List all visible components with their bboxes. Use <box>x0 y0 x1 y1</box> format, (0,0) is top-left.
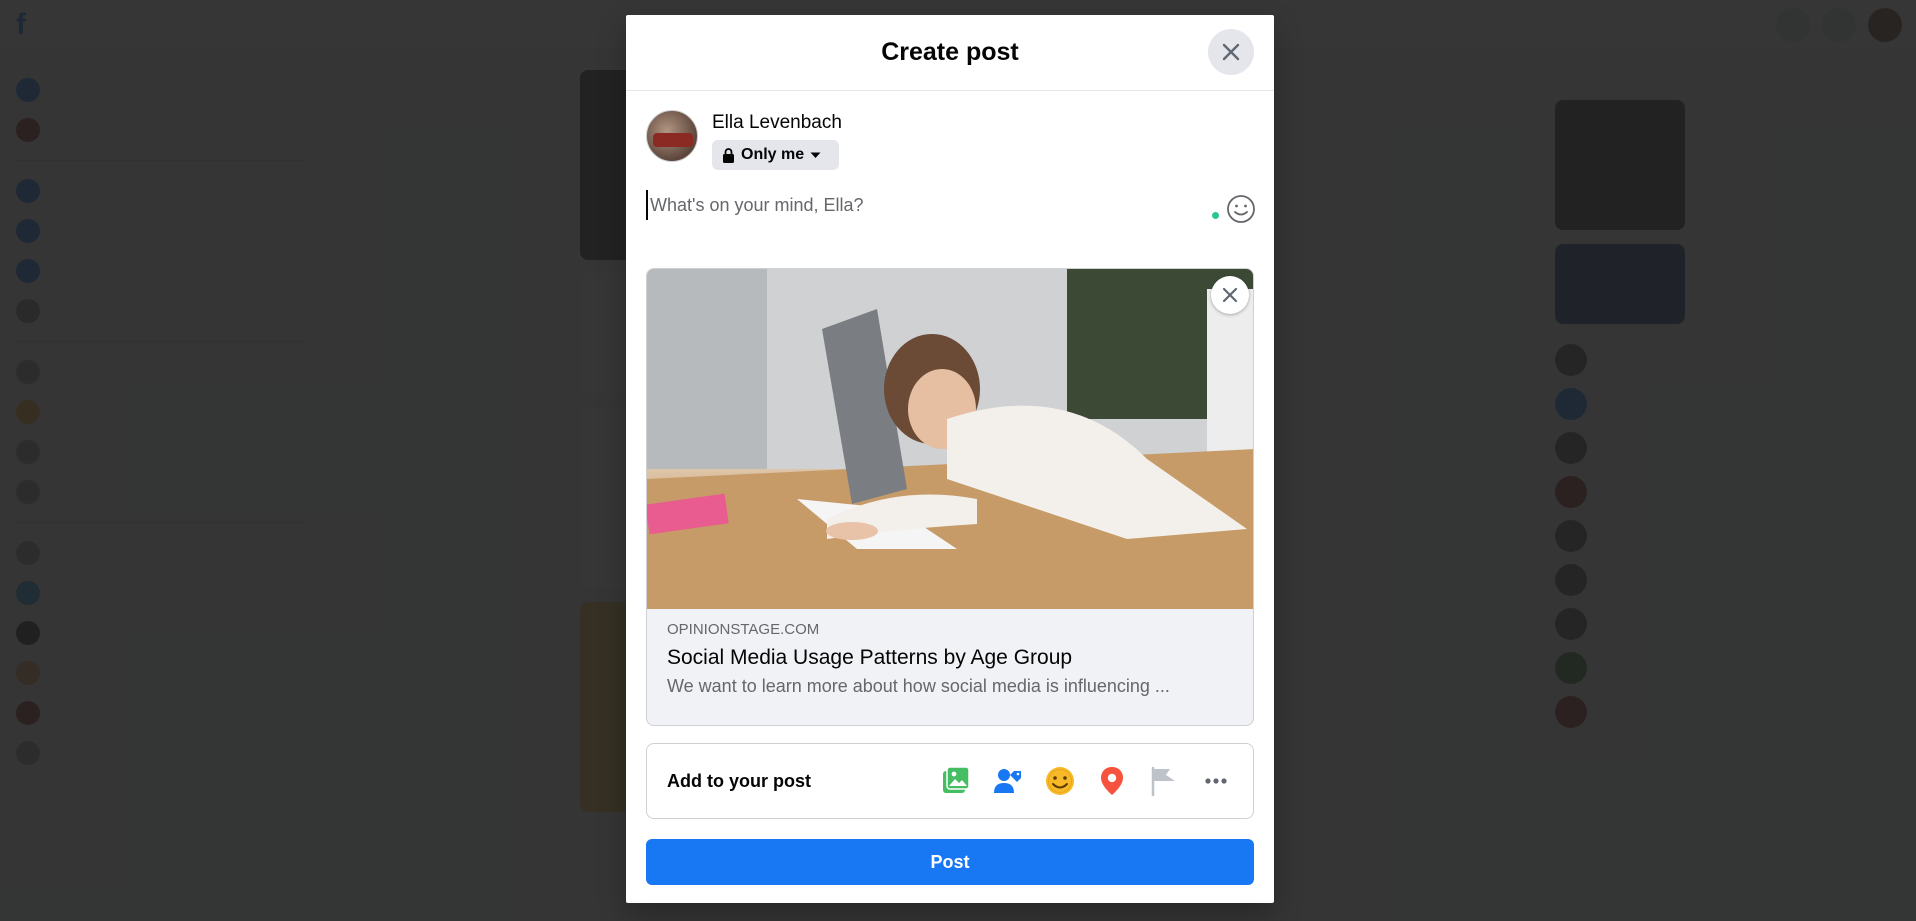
post-author: Ella Levenbach Only me <box>646 110 842 170</box>
emoji-icon[interactable] <box>1226 194 1256 224</box>
check-in-button[interactable] <box>1095 764 1129 798</box>
photo-video-icon <box>943 766 970 793</box>
add-to-post-label: Add to your post <box>667 770 811 791</box>
link-preview-card[interactable]: OPINIONSTAGE.COM Social Media Usage Patt… <box>646 268 1254 726</box>
feeling-activity-button[interactable] <box>1043 764 1077 798</box>
author-avatar <box>646 110 698 162</box>
more-icon <box>1205 778 1227 784</box>
audience-label: Only me <box>741 146 805 163</box>
add-to-post-bar: Add to your post <box>646 743 1254 819</box>
post-composer <box>646 190 1256 230</box>
lock-icon <box>723 147 734 163</box>
caret-down-icon <box>810 152 821 158</box>
close-button[interactable] <box>1208 29 1254 75</box>
tag-people-button[interactable] <box>991 764 1025 798</box>
link-preview-domain: OPINIONSTAGE.COM <box>667 621 820 638</box>
author-name: Ella Levenbach <box>712 112 842 133</box>
text-format-indicator <box>1212 212 1219 219</box>
close-icon <box>1222 43 1240 61</box>
link-preview-description: We want to learn more about how social m… <box>667 676 1170 696</box>
close-icon <box>1222 287 1238 303</box>
create-post-dialog: Create post Ella Levenbach Only me What'… <box>626 15 1274 903</box>
dialog-title: Create post <box>881 38 1019 66</box>
check-in-icon <box>1101 767 1123 795</box>
add-to-post-icons <box>939 764 1233 798</box>
audience-selector[interactable]: Only me <box>712 140 839 170</box>
post-button[interactable]: Post <box>646 839 1254 885</box>
link-preview-text: OPINIONSTAGE.COM Social Media Usage Patt… <box>647 609 1253 697</box>
more-options-button[interactable] <box>1199 764 1233 798</box>
life-event-button[interactable] <box>1147 764 1181 798</box>
preview-photo-illustration <box>647 269 1253 609</box>
feeling-icon <box>1046 767 1074 795</box>
remove-link-preview-button[interactable] <box>1211 276 1249 314</box>
dialog-header: Create post <box>626 15 1274 91</box>
link-preview-title: Social Media Usage Patterns by Age Group <box>667 646 1073 669</box>
photo-video-button[interactable] <box>939 764 973 798</box>
post-text-input[interactable] <box>646 190 1186 220</box>
life-event-flag-icon <box>1151 766 1175 797</box>
link-preview-image <box>647 269 1253 609</box>
tag-people-icon <box>994 769 1021 793</box>
